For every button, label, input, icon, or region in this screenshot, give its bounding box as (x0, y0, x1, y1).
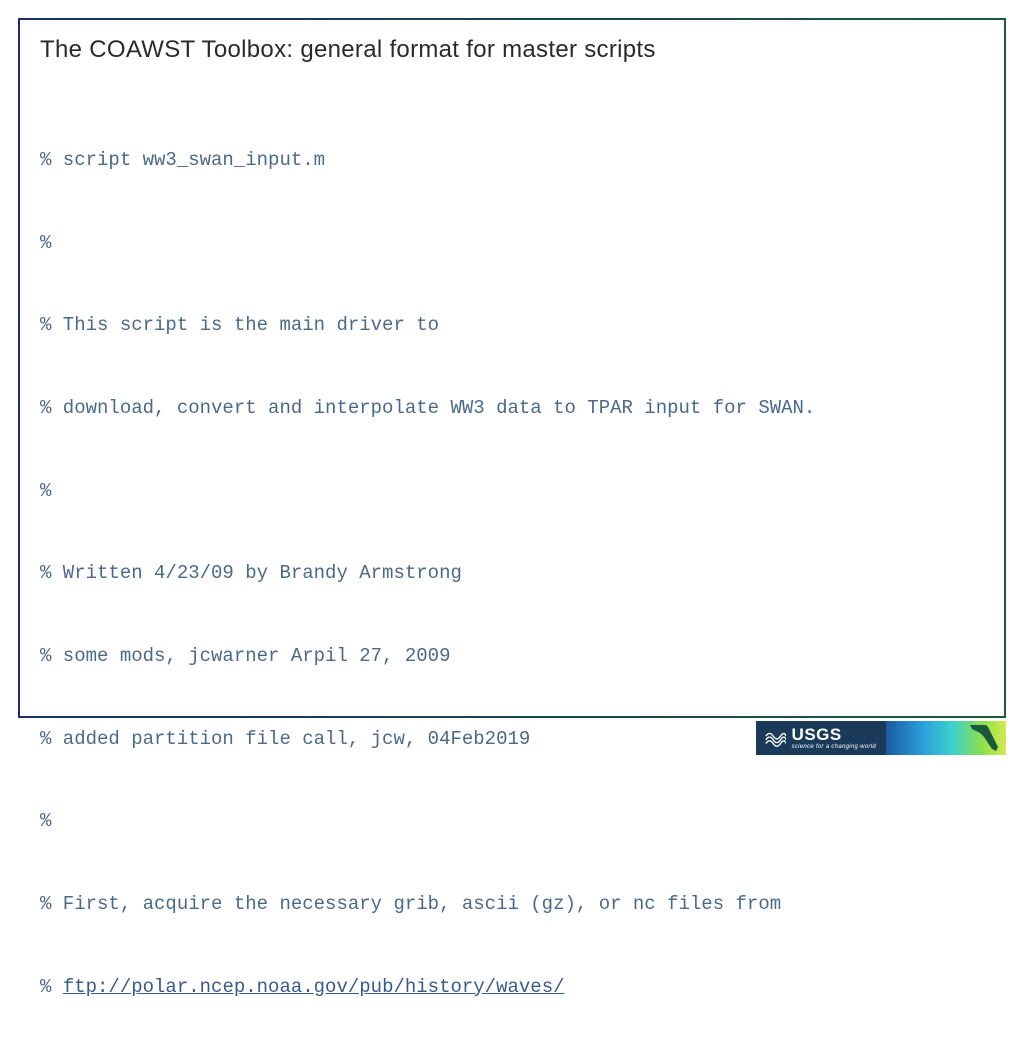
gradient-strip (886, 721, 1006, 755)
usgs-label: USGS (792, 726, 876, 743)
code-line: % (40, 478, 984, 506)
code-line: % script ww3_swan_input.m (40, 147, 984, 175)
code-line: % (40, 808, 984, 836)
usgs-text-wrap: USGS science for a changing world (792, 726, 876, 750)
code-line: % Written 4/23/09 by Brandy Armstrong (40, 560, 984, 588)
code-line: % download, convert and interpolate WW3 … (40, 395, 984, 423)
footer: USGS science for a changing world (756, 720, 1006, 756)
usgs-tagline: science for a changing world (792, 744, 876, 750)
code-line: % This script is the main driver to (40, 312, 984, 340)
code-line: % First, acquire the necessary grib, asc… (40, 891, 984, 919)
code-line: % (40, 230, 984, 258)
slide-frame: The COAWST Toolbox: general format for m… (18, 18, 1006, 718)
usgs-badge: USGS science for a changing world (756, 721, 886, 755)
usgs-wave-icon (764, 727, 786, 749)
link-prefix: % (40, 976, 63, 998)
florida-icon (966, 721, 1006, 755)
ftp-link[interactable]: ftp://polar.ncep.noaa.gov/pub/history/wa… (63, 976, 565, 998)
slide-title: The COAWST Toolbox: general format for m… (40, 36, 984, 64)
code-line-link: % ftp://polar.ncep.noaa.gov/pub/history/… (40, 974, 984, 1002)
code-block: % script ww3_swan_input.m % % This scrip… (40, 92, 984, 1056)
code-line: % some mods, jcwarner Arpil 27, 2009 (40, 643, 984, 671)
